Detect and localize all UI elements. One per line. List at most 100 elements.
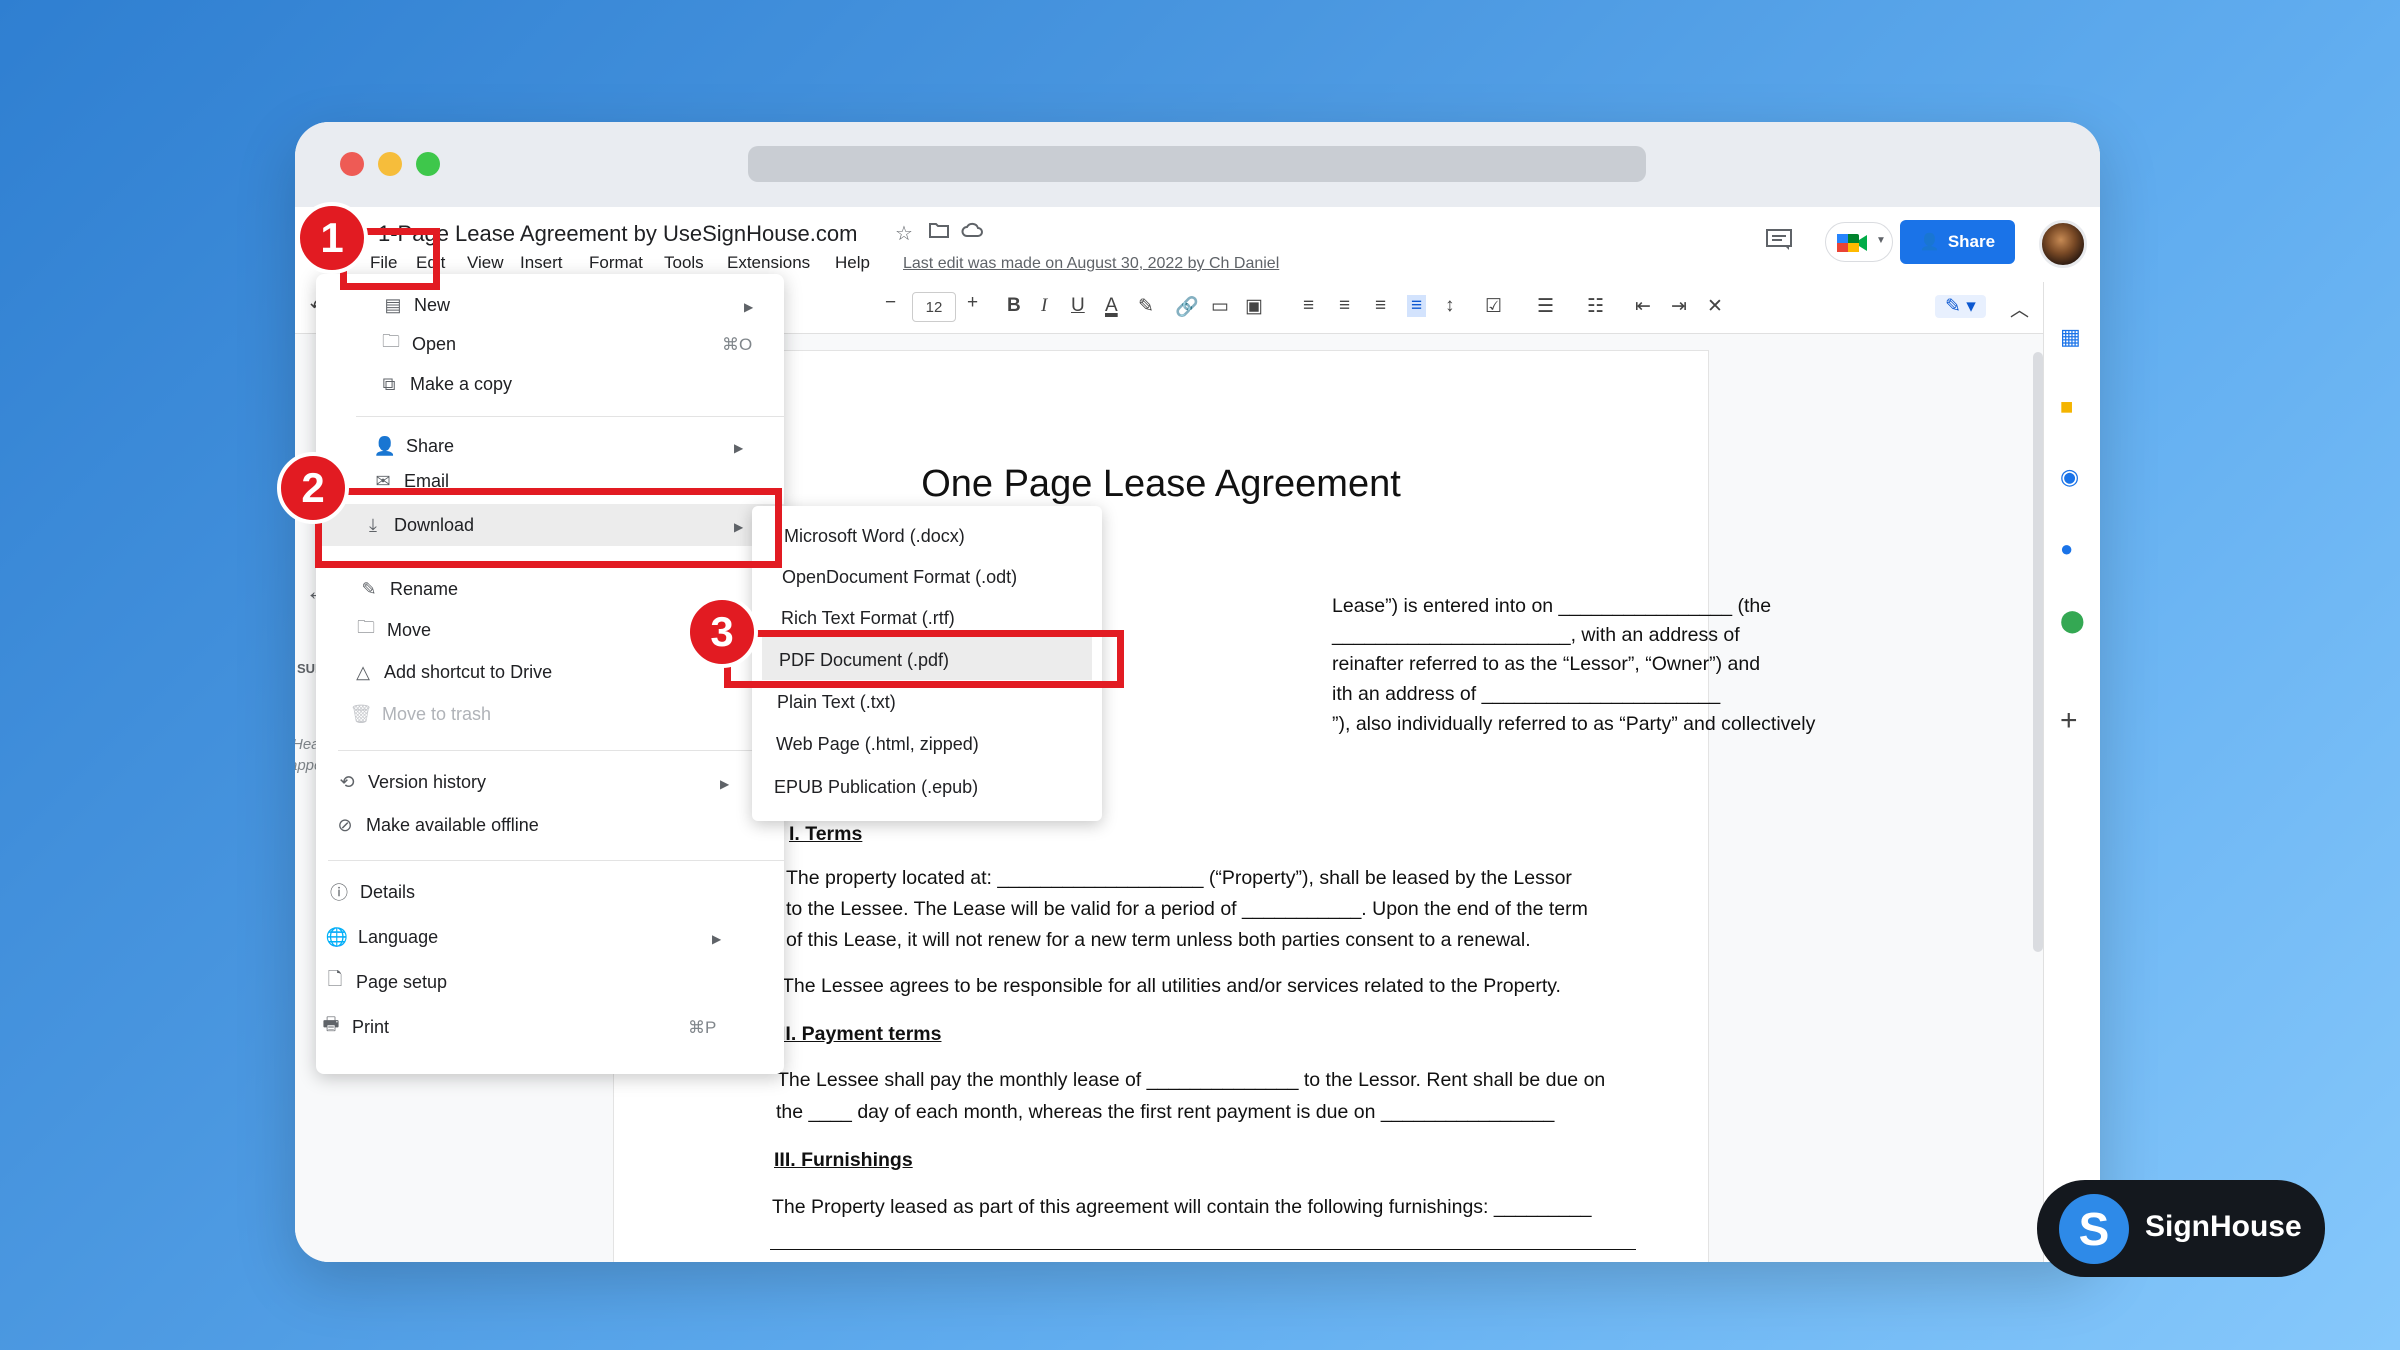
highlight-box-pdf [724, 630, 1124, 688]
body-line: The Property leased as part of this agre… [772, 1196, 1592, 1218]
print-icon: 🖶 [322, 1014, 340, 1034]
page-background: { "document": { "title": "1-Page Lease A… [0, 0, 2400, 1350]
align-right-icon[interactable]: ≡ [1375, 295, 1386, 317]
step-badge-1: 1 [296, 202, 368, 274]
body-line: Lease”) is entered into on _____________… [1332, 595, 1772, 617]
address-bar[interactable] [748, 146, 1646, 182]
download-option-odt[interactable]: OpenDocument Format (.odt) [782, 567, 1017, 588]
increase-font-size-button[interactable]: + [967, 292, 978, 314]
menu-item-label: Move to trash [382, 703, 492, 724]
signhouse-logo: S [2059, 1194, 2129, 1264]
tasks-icon[interactable]: ◉ [2060, 464, 2079, 490]
menu-item-label: Make a copy [410, 373, 513, 394]
star-icon[interactable]: ☆ [895, 221, 913, 246]
minimize-window-button[interactable] [378, 152, 402, 176]
menu-help[interactable]: Help [835, 253, 870, 273]
folder-icon: 🗀 [382, 331, 400, 351]
justify-icon[interactable]: ≡ [1407, 295, 1427, 317]
menu-item-label: Details [360, 881, 416, 902]
line-spacing-icon[interactable]: ↕ [1445, 295, 1455, 317]
last-edit-link[interactable]: Last edit was made on August 30, 2022 by… [903, 255, 1279, 273]
meet-icon [1837, 234, 1867, 252]
meet-button[interactable]: ▼ [1825, 222, 1893, 262]
shortcut-label: ⌘O [722, 335, 753, 354]
file-menu-item-rename[interactable]: ✎ Rename [356, 571, 458, 607]
menu-tools[interactable]: Tools [664, 253, 704, 273]
comment-add-icon[interactable]: ▭ [1211, 295, 1229, 318]
maps-icon[interactable]: ⬤ [2060, 608, 2085, 634]
download-option-epub[interactable]: EPUB Publication (.epub) [774, 777, 978, 798]
download-option-rtf[interactable]: Rich Text Format (.rtf) [781, 608, 955, 629]
file-menu-item-open[interactable]: 🗀 Open [378, 326, 456, 362]
file-menu-item-make-copy[interactable]: ⧉ Make a copy [376, 366, 513, 402]
menu-item-label: Add shortcut to Drive [384, 661, 553, 682]
underline-icon[interactable]: U [1071, 295, 1085, 317]
share-label: Share [1947, 232, 1996, 251]
move-folder-icon[interactable] [929, 221, 949, 245]
share-button[interactable]: 👤 Share [1900, 220, 2015, 264]
avatar[interactable] [2039, 220, 2087, 268]
decrease-indent-icon[interactable]: ⇤ [1635, 295, 1651, 318]
align-center-icon[interactable]: ≡ [1339, 295, 1350, 317]
file-menu-item-new[interactable]: ▤ New [380, 287, 450, 323]
text-color-icon[interactable]: A [1105, 295, 1118, 317]
side-panel: ▦ ■ ◉ ● ⬤ + [2043, 282, 2100, 1262]
decrease-font-size-button[interactable]: − [885, 292, 896, 314]
step-badge-3: 3 [686, 596, 758, 668]
file-menu-item-move-to-trash: 🗑 Move to trash [348, 696, 491, 732]
add-addon-icon[interactable]: + [2060, 704, 2078, 738]
menu-separator [356, 416, 784, 417]
file-menu-item-add-shortcut[interactable]: △ Add shortcut to Drive [350, 654, 552, 690]
checklist-icon[interactable]: ☑ [1485, 295, 1502, 318]
signhouse-badge: S SignHouse [2037, 1180, 2325, 1277]
file-menu-item-print[interactable]: 🖶 Print [318, 1009, 390, 1045]
menu-view[interactable]: View [467, 253, 504, 273]
menu-item-label: Version history [368, 771, 487, 792]
numbered-list-icon[interactable]: ☷ [1587, 295, 1604, 318]
cloud-status-icon[interactable] [961, 221, 983, 244]
align-left-icon[interactable]: ≡ [1303, 295, 1314, 317]
image-icon[interactable]: ▣ [1245, 295, 1263, 318]
calendar-icon[interactable]: ▦ [2060, 324, 2081, 350]
bold-icon[interactable]: B [1007, 295, 1021, 317]
collapse-menus-icon[interactable]: ︿ [2010, 295, 2029, 322]
close-window-button[interactable] [340, 152, 364, 176]
document-title[interactable]: 1-Page Lease Agreement by UseSignHouse.c… [378, 221, 857, 247]
download-option-txt[interactable]: Plain Text (.txt) [777, 692, 896, 713]
menu-insert[interactable]: Insert [520, 253, 563, 273]
body-line: the ____ day of each month, whereas the … [776, 1101, 1555, 1123]
copy-icon: ⧉ [382, 373, 396, 394]
highlight-box-download [315, 488, 782, 568]
bulleted-list-icon[interactable]: ☰ [1537, 295, 1554, 318]
menu-format[interactable]: Format [589, 253, 643, 273]
keep-icon[interactable]: ■ [2060, 394, 2073, 420]
menu-item-label: Rename [390, 578, 459, 599]
contacts-icon[interactable]: ● [2060, 536, 2073, 562]
increase-indent-icon[interactable]: ⇥ [1671, 295, 1687, 318]
body-line: reinafter referred to as the “Lessor”, “… [1332, 653, 1761, 675]
body-line: ith an address of ______________________ [1332, 683, 1721, 705]
file-menu-item-page-setup[interactable]: 🗋 Page setup [322, 964, 447, 1000]
clear-formatting-icon[interactable]: ✕ [1707, 295, 1723, 318]
download-option-docx[interactable]: Microsoft Word (.docx) [784, 526, 965, 547]
link-icon[interactable]: 🔗 [1175, 295, 1199, 319]
section-heading: I. Terms [789, 823, 863, 845]
file-menu-item-offline[interactable]: ⊘ Make available offline [332, 807, 539, 843]
globe-icon: 🌐 [325, 926, 349, 947]
menu-extensions[interactable]: Extensions [727, 253, 810, 273]
submenu-arrow-icon: ▶ [720, 777, 730, 791]
file-menu-item-share[interactable]: 👤 Share [372, 428, 454, 464]
comment-history-icon[interactable] [1765, 228, 1793, 259]
italic-icon[interactable]: I [1041, 295, 1047, 317]
menu-item-label: Make available offline [366, 814, 539, 835]
download-option-html[interactable]: Web Page (.html, zipped) [776, 734, 979, 755]
file-menu-item-move[interactable]: 🗀 Move [353, 612, 431, 648]
file-menu-item-version-history[interactable]: ⟲ Version history [334, 764, 486, 800]
highlight-icon[interactable]: ✎ [1138, 295, 1154, 318]
maximize-window-button[interactable] [416, 152, 440, 176]
file-menu-item-language[interactable]: 🌐 Language [324, 919, 438, 955]
vertical-scrollbar[interactable] [2033, 352, 2043, 952]
file-menu-item-details[interactable]: ⓘ Details [326, 874, 415, 910]
editing-mode-icon[interactable]: ✎ ▾ [1935, 295, 1986, 318]
font-size-input[interactable]: 12 [912, 292, 956, 322]
